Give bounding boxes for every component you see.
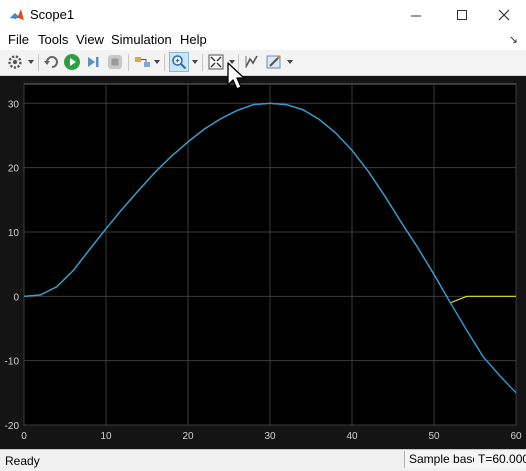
y-tick-label: -10 (5, 357, 20, 368)
settings-button[interactable] (6, 53, 24, 71)
chevron-down-icon[interactable] (192, 59, 198, 65)
menu-simulation[interactable]: Simulation (111, 32, 172, 47)
x-tick-label: 40 (346, 431, 358, 442)
maximize-icon (457, 10, 467, 20)
zoom-fit-icon (208, 54, 224, 70)
menu-file[interactable]: File (8, 32, 29, 47)
x-tick-label: 20 (182, 431, 194, 442)
status-ready: Ready (5, 454, 40, 468)
menu-bar: File Tools View Simulation Help ↘ (0, 30, 526, 50)
minimize-button[interactable] (396, 0, 436, 30)
zoom-in-icon (172, 55, 187, 70)
toolbar-separator (202, 54, 203, 71)
y-tick-label: 20 (8, 164, 20, 175)
matlab-logo-icon (10, 9, 24, 20)
chevron-down-icon[interactable] (28, 59, 34, 65)
toolbar (0, 50, 526, 76)
restore-button[interactable] (43, 53, 61, 71)
x-tick-label: 30 (264, 431, 276, 442)
y-tick-label: 30 (8, 99, 20, 110)
step-forward-button[interactable] (84, 53, 102, 71)
stop-icon (108, 55, 122, 69)
scope-display[interactable]: 0 10 20 30 40 50 60 -20 -10 0 10 20 30 (0, 76, 526, 449)
y-tick-label: 10 (8, 228, 20, 239)
zoom-in-button[interactable] (169, 52, 189, 72)
x-tick-label: 10 (100, 431, 112, 442)
chevron-down-icon[interactable] (287, 59, 293, 65)
menu-view[interactable]: View (76, 32, 104, 47)
style-icon (266, 55, 281, 69)
close-button[interactable] (484, 0, 524, 30)
toolbar-separator (128, 54, 129, 71)
mouse-pointer-icon (227, 62, 245, 90)
highlight-block-button[interactable] (134, 53, 152, 71)
highlight-block-icon (135, 57, 150, 67)
y-tick-label: 0 (13, 292, 19, 303)
status-bar: Ready Sample based T=60.000 (0, 449, 526, 471)
menu-help[interactable]: Help (180, 32, 207, 47)
x-tick-label: 0 (21, 431, 27, 442)
run-icon (64, 54, 80, 70)
restore-icon (44, 56, 58, 68)
maximize-button[interactable] (442, 0, 482, 30)
window-title: Scope1 (30, 7, 75, 22)
toolbar-separator (38, 54, 39, 71)
scope-plot[interactable]: 0 10 20 30 40 50 60 -20 -10 0 10 20 30 (0, 76, 526, 449)
minimize-icon (411, 15, 421, 17)
stop-button[interactable] (106, 53, 124, 71)
dock-arrow-icon[interactable]: ↘ (509, 33, 518, 46)
run-button[interactable] (63, 53, 81, 71)
toolbar-separator (164, 54, 165, 71)
close-icon (498, 9, 510, 21)
x-tick-label: 50 (428, 431, 440, 442)
y-tick-label: -20 (5, 421, 20, 432)
menu-tools[interactable]: Tools (38, 32, 68, 47)
x-tick-label: 60 (510, 431, 522, 442)
step-forward-icon (88, 57, 99, 67)
zoom-fit-button[interactable] (207, 53, 225, 71)
gear-icon (8, 55, 22, 69)
simulation-time: T=60.000 (474, 451, 526, 468)
style-button[interactable] (265, 53, 283, 71)
chevron-down-icon[interactable] (154, 59, 160, 65)
title-bar: Scope1 (0, 0, 526, 30)
